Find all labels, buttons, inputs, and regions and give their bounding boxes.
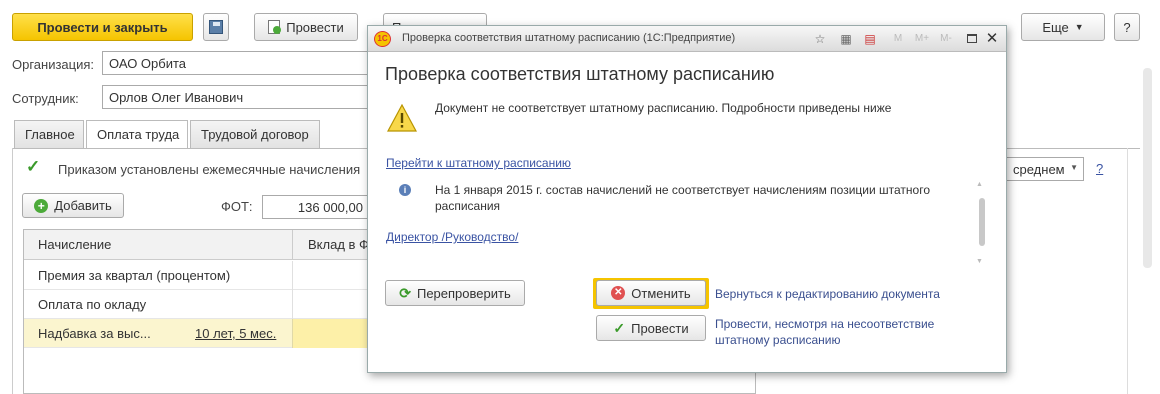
recheck-button-label: Перепроверить	[416, 285, 511, 301]
info-message: На 1 января 2015 г. состав начислений не…	[435, 183, 931, 213]
fot-field: 136 000,00	[262, 195, 370, 219]
more-button-label: Еще	[1042, 19, 1069, 35]
cancel-button[interactable]: ✕ Отменить	[596, 280, 706, 306]
average-help-link[interactable]: ?	[1096, 161, 1103, 176]
calculator-icon[interactable]: ▦	[838, 31, 854, 47]
post-document-icon	[268, 20, 282, 34]
checkmark-icon: ✓	[26, 157, 41, 176]
column-divider	[292, 230, 293, 260]
go-to-staff-schedule-link[interactable]: Перейти к штатному расписанию	[386, 156, 571, 170]
favorite-star-icon[interactable]: ☆	[812, 31, 828, 47]
accrual-name: Надбавка за выс...	[38, 326, 151, 341]
post-and-close-label: Провести и закрыть	[37, 19, 168, 35]
tab-main[interactable]: Главное	[14, 120, 84, 148]
average-earnings-select[interactable]: среднем ▼	[1006, 157, 1084, 181]
recheck-button[interactable]: ⟳ Перепроверить	[385, 280, 525, 306]
add-accrual-button[interactable]: + Добавить	[22, 193, 124, 218]
1c-logo-icon: 1C	[374, 31, 391, 47]
monthly-accruals-checkbox[interactable]: ✓	[24, 157, 41, 176]
floppy-disk-icon	[209, 20, 223, 34]
info-icon: i	[399, 184, 411, 196]
column-header-accrual[interactable]: Начисление	[24, 230, 292, 259]
column-divider	[292, 290, 293, 319]
post-anyway-button[interactable]: ✓ Провести	[596, 315, 706, 341]
help-button-label: ?	[1123, 19, 1131, 35]
tab-payroll[interactable]: Оплата труда	[86, 120, 188, 149]
post-anyway-button-label: Провести	[631, 320, 689, 336]
more-menu-button[interactable]: Еще ▼	[1021, 13, 1105, 41]
calendar-icon[interactable]: ▤	[862, 31, 878, 47]
organization-label: Организация:	[12, 57, 95, 72]
memory-m-minus-button[interactable]: M-	[936, 31, 956, 47]
chevron-down-icon: ▼	[1070, 163, 1078, 172]
employee-field[interactable]: Орлов Олег Иванович	[102, 85, 370, 109]
experience-link[interactable]: 10 лет, 5 мес.	[181, 319, 292, 348]
scroll-up-arrow-icon[interactable]: ▲	[976, 181, 983, 188]
average-earnings-value: среднем	[1013, 162, 1065, 177]
tab-panel-border	[12, 148, 13, 394]
post-anyway-description: Провести, несмотря на несоответствие шта…	[715, 317, 935, 347]
employee-label: Сотрудник:	[12, 91, 79, 106]
cancel-description: Вернуться к редактированию документа	[715, 287, 940, 301]
staff-schedule-check-dialog: 1C Проверка соответствия штатному распис…	[367, 25, 1007, 373]
details-scrollbar[interactable]	[979, 198, 985, 246]
checkmark-icon: ✓	[613, 319, 626, 336]
monthly-accruals-label: Приказом установлены ежемесячные начисле…	[58, 162, 361, 177]
memory-m-plus-button[interactable]: M+	[912, 31, 932, 47]
dialog-heading: Проверка соответствия штатному расписани…	[385, 64, 775, 84]
dialog-titlebar[interactable]: 1C Проверка соответствия штатному распис…	[368, 26, 1006, 52]
panel-right-border	[1127, 148, 1128, 394]
plus-circle-icon: +	[34, 198, 49, 213]
post-button-label: Провести	[286, 19, 344, 35]
close-icon[interactable]: ✕	[984, 31, 1000, 47]
maximize-icon[interactable]	[964, 31, 980, 47]
add-accrual-label: Добавить	[54, 198, 112, 213]
position-director-link[interactable]: Директор /Руководство/	[386, 230, 518, 244]
warning-icon	[386, 103, 418, 132]
column-divider	[292, 261, 293, 290]
warning-message: Документ не соответствует штатному распи…	[435, 101, 892, 115]
accrual-name: Премия за квартал (процентом)	[38, 268, 231, 283]
dialog-window-title: Проверка соответствия штатному расписани…	[402, 32, 736, 44]
post-button[interactable]: Провести	[254, 13, 358, 41]
organization-field[interactable]: ОАО Орбита	[102, 51, 370, 75]
fot-label: ФОТ:	[221, 199, 253, 214]
refresh-icon: ⟳	[399, 284, 411, 301]
memory-m-button[interactable]: M	[890, 31, 906, 47]
chevron-down-icon: ▼	[1074, 22, 1084, 32]
help-button[interactable]: ?	[1114, 13, 1140, 41]
form-scrollbar[interactable]	[1143, 68, 1152, 268]
post-and-close-button[interactable]: Провести и закрыть	[12, 13, 193, 41]
save-button[interactable]	[203, 13, 229, 41]
tab-employment-contract[interactable]: Трудовой договор	[190, 120, 320, 148]
accrual-name: Оплата по окладу	[38, 297, 147, 312]
cancel-circle-icon: ✕	[611, 286, 626, 300]
scroll-down-arrow-icon[interactable]: ▼	[976, 258, 983, 265]
cancel-button-label: Отменить	[631, 285, 691, 301]
